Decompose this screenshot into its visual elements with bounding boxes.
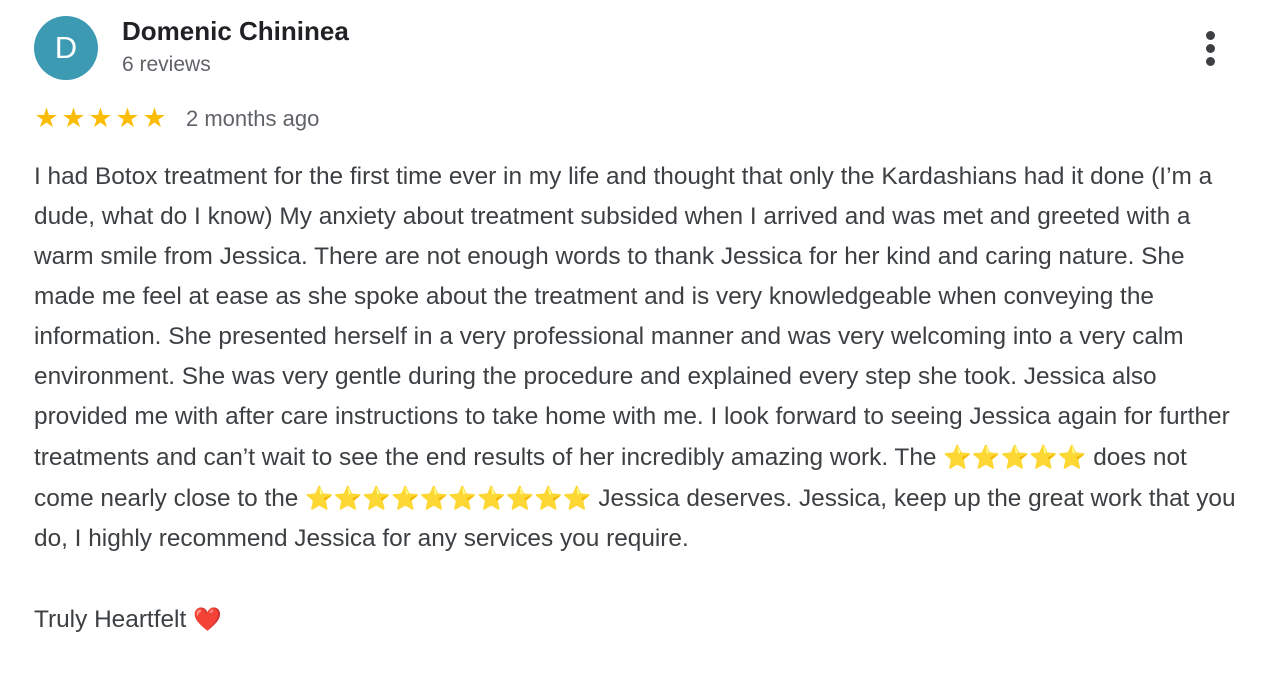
- heart-emoji: ❤️: [193, 606, 222, 632]
- star-icon: ★: [88, 103, 113, 133]
- reviewer-review-count[interactable]: 6 reviews: [122, 51, 211, 79]
- more-vertical-icon-dot: [1206, 44, 1215, 53]
- star-icon: ★: [61, 103, 86, 133]
- five-stars-emoji: ⭐⭐⭐⭐⭐: [943, 444, 1087, 470]
- reviewer-avatar[interactable]: D: [34, 16, 98, 80]
- more-vertical-icon-dot: [1206, 57, 1215, 66]
- review-body: I had Botox treatment for the first time…: [34, 157, 1246, 559]
- reviewer-name[interactable]: Domenic Chininea: [122, 14, 349, 48]
- avatar-initial: D: [54, 30, 78, 65]
- review-text: I had Botox treatment for the first time…: [34, 157, 1246, 640]
- ten-stars-emoji: ⭐⭐⭐⭐⭐⭐⭐⭐⭐⭐: [305, 485, 592, 511]
- star-rating: ★ ★ ★ ★ ★: [33, 103, 168, 133]
- signoff-text: Truly Heartfelt: [34, 606, 187, 633]
- more-options-button[interactable]: [1196, 28, 1226, 70]
- star-icon: ★: [115, 103, 140, 133]
- star-icon: ★: [142, 103, 167, 133]
- more-vertical-icon: [1206, 31, 1215, 40]
- review-time-ago: 2 months ago: [186, 106, 320, 131]
- review-text-part-1: I had Botox treatment for the first time…: [34, 163, 1230, 471]
- star-icon: ★: [34, 103, 59, 133]
- review-signoff: Truly Heartfelt ❤️: [34, 599, 1246, 640]
